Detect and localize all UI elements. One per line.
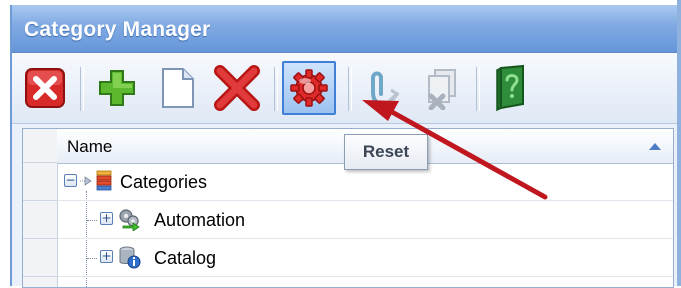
close-button[interactable] [18, 61, 72, 115]
help-button[interactable] [484, 61, 538, 115]
category-list-icon [96, 170, 112, 191]
toolbar-separator [274, 67, 278, 111]
paperclip-icon [371, 71, 400, 108]
remove-files-icon [428, 69, 456, 110]
tree-item-label: Automation [154, 210, 246, 230]
collapse-toggle[interactable]: − [64, 174, 77, 187]
expand-toggle[interactable]: + [100, 250, 113, 263]
expand-toggle[interactable]: + [100, 212, 113, 225]
tree-item-label: Categories [120, 172, 208, 192]
toolbar-separator [476, 67, 480, 111]
tree-item-label: Catalog [154, 248, 217, 268]
row-selector[interactable] [23, 239, 57, 277]
catalog-info-icon [119, 246, 141, 269]
window-right-border [677, 0, 681, 286]
tree-row-catalog[interactable]: + Catalog [57, 239, 673, 277]
toolbar [12, 53, 681, 124]
tree-row-automation[interactable]: + Automation [57, 201, 673, 239]
automation-gears-icon [119, 209, 140, 231]
help-book-icon [496, 64, 524, 112]
row-selector[interactable] [23, 163, 57, 201]
blank-document-icon [162, 68, 194, 108]
delete-button[interactable] [210, 61, 264, 115]
toolbar-separator [348, 67, 352, 111]
close-square-icon [25, 68, 65, 108]
reset-tooltip: Reset [344, 134, 428, 170]
attach-button[interactable] [356, 61, 410, 115]
row-selector-column [23, 129, 58, 287]
column-header-label: Name [67, 137, 113, 156]
row-selector-header [23, 129, 57, 163]
toolbar-separator [80, 67, 84, 111]
reset-button[interactable] [282, 61, 336, 115]
plus-icon [99, 70, 135, 106]
add-button[interactable] [90, 61, 144, 115]
delete-x-icon [214, 65, 260, 111]
new-document-button[interactable] [150, 61, 204, 115]
row-selector[interactable] [23, 201, 57, 239]
tree-pointer-icon [80, 176, 92, 186]
window-title: Category Manager [24, 18, 211, 41]
sort-ascending-icon [649, 143, 661, 150]
title-bar[interactable]: Category Manager [12, 5, 681, 53]
remove-files-button[interactable] [414, 61, 468, 115]
reset-gear-icon [290, 69, 328, 107]
